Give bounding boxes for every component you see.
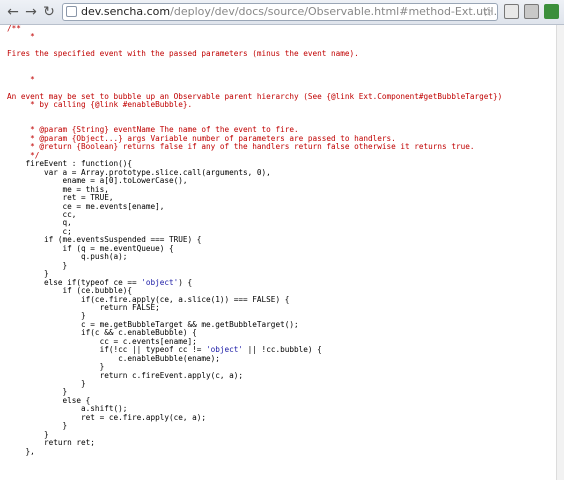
code-line: * xyxy=(7,32,35,42)
url-path: /deploy/dev/docs/source/Observable.html#… xyxy=(170,5,498,18)
page-menu-icon[interactable] xyxy=(504,4,519,19)
url-host: dev.sencha.com xyxy=(81,5,171,18)
page-icon xyxy=(66,6,77,17)
vertical-scrollbar[interactable] xyxy=(556,25,564,480)
source-code: /** * Fires the specified event with the… xyxy=(0,25,564,456)
code-line: Fires the specified event with the passe… xyxy=(7,49,359,59)
page-content: /** * Fires the specified event with the… xyxy=(0,25,564,480)
code-line: }, xyxy=(7,446,35,456)
back-button[interactable]: ← xyxy=(4,3,22,21)
code-line: || !cc.bubble) { xyxy=(243,345,322,355)
code-line: ) { xyxy=(178,277,193,287)
address-bar[interactable]: dev.sencha.com/deploy/dev/docs/source/Ob… xyxy=(62,3,498,21)
code-line: * xyxy=(7,74,35,84)
extension-icon[interactable] xyxy=(544,4,559,19)
browser-toolbar: ← → ↻ dev.sencha.com/deploy/dev/docs/sou… xyxy=(0,0,564,25)
bookmark-star-icon[interactable]: ☆ xyxy=(482,4,493,20)
code-line: * by calling {@link #enableBubble}. xyxy=(7,100,193,110)
reload-button[interactable]: ↻ xyxy=(40,3,58,21)
wrench-icon[interactable] xyxy=(524,4,539,19)
string-literal: 'object' xyxy=(141,277,179,287)
forward-button[interactable]: → xyxy=(22,3,40,21)
code-line: * @return {Boolean} returns false if any… xyxy=(7,142,475,152)
url-text[interactable]: dev.sencha.com/deploy/dev/docs/source/Ob… xyxy=(81,4,498,20)
